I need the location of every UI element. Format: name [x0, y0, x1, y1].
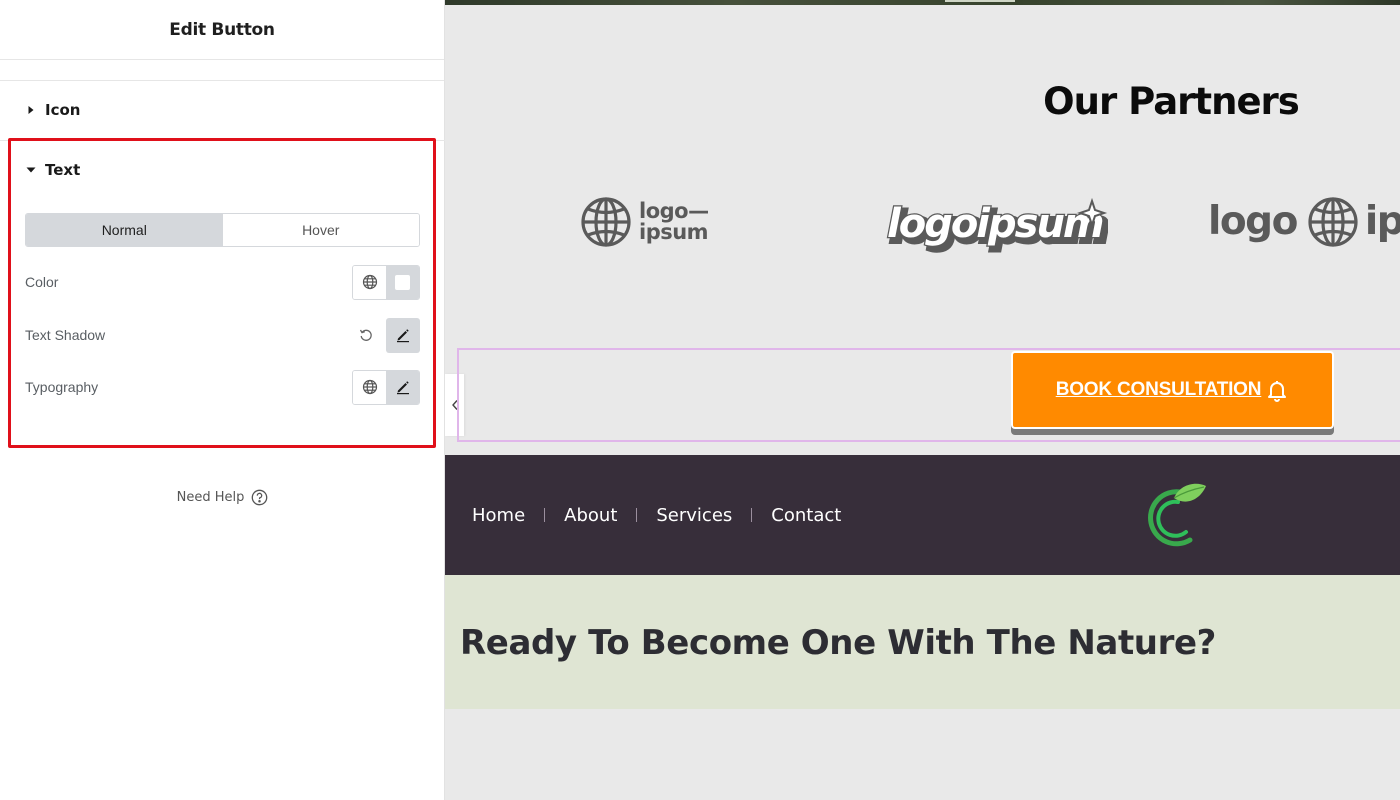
caret-right-icon: [25, 104, 37, 116]
footer-nav: Home About Services Contact: [472, 455, 841, 575]
color-control: Color: [25, 264, 420, 300]
nav-separator: [751, 508, 753, 522]
need-help-link[interactable]: Need Help: [0, 489, 445, 506]
nav-contact[interactable]: Contact: [771, 505, 841, 526]
partner-logo-2-text: logoipsum: [887, 201, 1103, 247]
text-shadow-label: Text Shadow: [25, 327, 106, 343]
typography-control: Typography: [25, 369, 420, 405]
globe-icon: [362, 274, 377, 290]
partner-logo-3-word2: ips: [1364, 199, 1400, 244]
global-fonts-button[interactable]: [353, 370, 386, 404]
section-divider: [0, 140, 445, 141]
question-circle-icon: [252, 489, 268, 506]
editor-panel: Edit Button Icon Text Normal Hover Color…: [0, 0, 445, 800]
section-text-toggle[interactable]: Text: [25, 161, 80, 179]
leaf-logo-icon[interactable]: [1134, 482, 1210, 553]
nav-about[interactable]: About: [564, 505, 617, 526]
reset-button[interactable]: [354, 323, 378, 347]
panel-title: Edit Button: [169, 19, 275, 40]
tab-hover[interactable]: Hover: [222, 214, 419, 246]
nav-services[interactable]: Services: [656, 505, 732, 526]
need-help-label: Need Help: [176, 490, 245, 505]
typography-edit-button[interactable]: [386, 370, 419, 404]
globe-logo-icon: [581, 197, 631, 247]
caret-down-icon: [25, 164, 37, 176]
partner-logo-1-line2: ipsum: [639, 220, 709, 244]
nav-separator: [544, 508, 546, 522]
color-button-group: [352, 264, 420, 300]
color-label: Color: [25, 274, 59, 290]
color-swatch: [395, 274, 410, 290]
globe-icon: [362, 379, 377, 395]
global-colors-button[interactable]: [353, 265, 386, 299]
partner-logo-1-text: logo— ipsum: [639, 201, 709, 243]
nav-separator: [636, 508, 638, 522]
partner-logo-2: logoipsum logoipsum: [884, 197, 1112, 258]
color-picker-button[interactable]: [386, 265, 419, 299]
partner-logo-1: logo— ipsum: [580, 196, 709, 248]
tab-normal[interactable]: Normal: [26, 214, 223, 246]
typography-button-group: [352, 369, 420, 405]
pencil-icon: [397, 329, 409, 343]
section-icon-label: Icon: [45, 101, 81, 119]
state-tabs: Normal Hover: [25, 213, 420, 247]
cta-band: Ready To Become One With The Nature?: [445, 575, 1400, 709]
typography-label: Typography: [25, 379, 99, 395]
nav-home[interactable]: Home: [472, 505, 525, 526]
section-text-label: Text: [45, 161, 81, 179]
panel-header: Edit Button: [0, 0, 444, 60]
bell-icon: [1265, 378, 1289, 402]
text-shadow-actions: [354, 317, 420, 353]
partners-title: Our Partners: [1043, 80, 1300, 123]
hero-image-edge: [445, 0, 1400, 5]
panel-header-spacer: [0, 60, 444, 81]
text-shadow-edit-button[interactable]: [386, 317, 420, 353]
section-icon-toggle[interactable]: Icon: [25, 101, 80, 119]
partner-logo-3-word1: logo: [1208, 199, 1298, 244]
text-shadow-control: Text Shadow: [25, 317, 420, 353]
cta-label: BOOK CONSULTATION: [1055, 379, 1262, 400]
partner-logo-3: logo ips: [1208, 196, 1400, 248]
globe-logo-icon: [1308, 197, 1358, 247]
partner-logo-1-line1: logo—: [639, 199, 709, 223]
reset-icon: [359, 329, 372, 341]
band-title: Ready To Become One With The Nature?: [460, 623, 1216, 663]
book-consultation-button[interactable]: BOOK CONSULTATION: [1011, 351, 1334, 429]
pencil-icon: [396, 381, 409, 395]
hero-edge-mark: [945, 0, 1015, 2]
site-footer: Home About Services Contact: [445, 455, 1400, 575]
